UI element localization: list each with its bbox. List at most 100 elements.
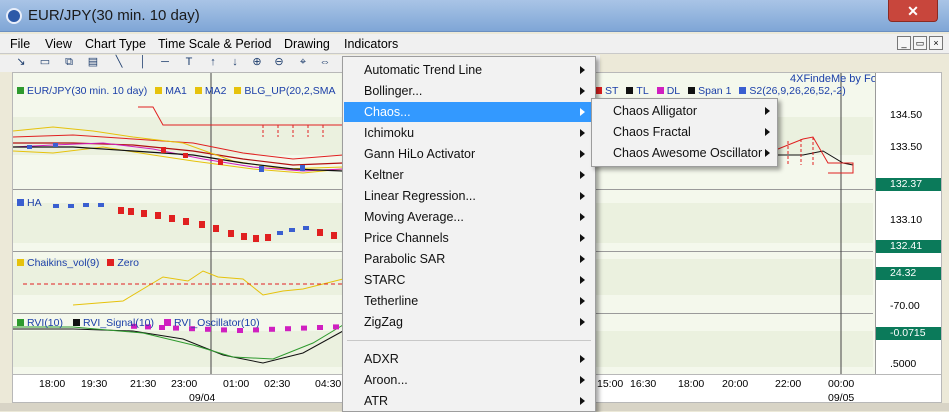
submenu-item-chaos-awesome-oscillator[interactable]: Chaos Awesome Oscillator — [593, 143, 776, 163]
cursor-icon[interactable]: ↘ — [14, 55, 28, 69]
x-tick: 18:00 — [678, 378, 705, 390]
menu-item-moving-average[interactable]: Moving Average... — [344, 207, 594, 227]
menu-item-starc[interactable]: STARC — [344, 270, 594, 290]
chaikin-badge: 24.32 — [876, 267, 941, 280]
menu-separator — [347, 340, 591, 341]
legend-entry: EUR/JPY(30 min. 10 day) — [17, 85, 147, 97]
legend-entry: MA2 — [194, 85, 227, 97]
minimize-button[interactable]: _ — [897, 36, 911, 50]
chaos-submenu: Chaos Alligator Chaos Fractal Chaos Awesom… — [591, 98, 778, 167]
submenu-arrow-icon — [580, 397, 585, 405]
scroll-icon[interactable]: ⇔ — [318, 55, 332, 69]
menu-item-keltner[interactable]: Keltner — [344, 165, 594, 185]
menu-indicators[interactable]: Indicators — [344, 37, 398, 51]
ha-candle — [118, 207, 124, 214]
vertical-line-icon[interactable]: │ — [136, 55, 150, 69]
submenu-arrow-icon — [580, 318, 585, 326]
menu-item-ichimoku[interactable]: Ichimoku — [344, 123, 594, 143]
ha-candle — [128, 208, 134, 215]
legend-entry: MA1 — [155, 85, 187, 97]
legend-swatch — [107, 259, 115, 266]
menu-item-label: Chaos Fractal — [613, 125, 691, 139]
ha-candle — [169, 215, 175, 222]
legend-label: MA1 — [165, 85, 187, 97]
legend-swatch — [626, 87, 634, 94]
rvi-oscillator-bar — [285, 326, 291, 332]
close-button[interactable]: ✕ — [888, 0, 938, 22]
submenu-arrow-icon — [580, 297, 585, 305]
legend-label: Chaikins_vol(9) — [27, 257, 100, 269]
legend-swatch — [688, 87, 696, 94]
menu-item-label: Chaos Alligator — [613, 104, 698, 118]
menu-item-linear-regression[interactable]: Linear Regression... — [344, 186, 594, 206]
arrow-down-icon[interactable]: ↓ — [228, 55, 242, 69]
legend-label: BLG_UP(20,2,SMA — [244, 85, 336, 97]
submenu-arrow-icon — [580, 108, 585, 116]
submenu-arrow-icon — [765, 107, 770, 115]
menu-item-gann-hilo-activator[interactable]: Gann HiLo Activator — [344, 144, 594, 164]
legend-label: MA2 — [204, 85, 227, 97]
legend-swatch — [595, 87, 602, 94]
price-legend: EUR/JPY(30 min. 10 day) MA1 MA2 BLG_UP(20,2… — [17, 85, 504, 97]
ha-candle — [68, 204, 74, 208]
title-bar: EUR/JPY(30 min. 10 day) ✕ — [0, 0, 949, 32]
legend-label: EUR/JPY(30 min. 10 day) — [27, 85, 148, 97]
save-icon[interactable]: ▭ — [38, 55, 52, 69]
zoom-in-icon[interactable]: ⊕ — [250, 55, 264, 69]
y-tick: -70.00 — [890, 300, 920, 312]
window-title: EUR/JPY(30 min. 10 day) — [28, 7, 200, 24]
chaikin-legend: Chaikins_vol(9) Zero — [17, 257, 147, 269]
price-legend-right: ST TL DL Span 1 S2(26,9,26,26,52,-2) — [595, 85, 854, 97]
arrow-up-icon[interactable]: ↑ — [206, 55, 220, 69]
menu-item-chaos[interactable]: Chaos... — [344, 102, 594, 122]
child-close-button[interactable]: × — [929, 36, 943, 50]
submenu-arrow-icon — [580, 150, 585, 158]
menu-time-scale[interactable]: Time Scale & Period — [158, 37, 271, 51]
submenu-arrow-icon — [580, 171, 585, 179]
menu-file[interactable]: File — [10, 37, 30, 51]
menu-view[interactable]: View — [45, 37, 72, 51]
line-icon[interactable]: ╲ — [112, 55, 126, 69]
legend-entry: ST — [595, 85, 618, 97]
fit-icon[interactable]: ⌖ — [296, 55, 310, 69]
legend-swatch — [17, 199, 24, 206]
submenu-item-chaos-alligator[interactable]: Chaos Alligator — [593, 101, 776, 121]
legend-entry: S2(26,9,26,26,52,-2) — [739, 85, 846, 97]
submenu-arrow-icon — [580, 376, 585, 384]
x-tick: 01:00 — [223, 378, 250, 390]
menu-item-label: ADXR — [364, 352, 399, 366]
menu-item-tetherline[interactable]: Tetherline — [344, 291, 594, 311]
menu-item-price-channels[interactable]: Price Channels — [344, 228, 594, 248]
menu-item-bollinger[interactable]: Bollinger... — [344, 81, 594, 101]
submenu-arrow-icon — [765, 149, 770, 157]
x-tick: 23:00 — [171, 378, 198, 390]
menu-item-parabolic-sar[interactable]: Parabolic SAR — [344, 249, 594, 269]
menu-item-label: Ichimoku — [364, 126, 415, 140]
copy-icon[interactable]: ⧉ — [62, 55, 76, 69]
menu-item-adxr[interactable]: ADXR — [344, 349, 594, 369]
menu-item-aroon[interactable]: Aroon... — [344, 370, 594, 390]
menu-bar: File View Chart Type Time Scale & Period… — [0, 34, 949, 54]
text-icon[interactable]: T — [182, 55, 196, 69]
zoom-out-icon[interactable]: ⊖ — [272, 55, 286, 69]
print-icon[interactable]: ▤ — [86, 55, 100, 69]
rvi-oscillator-bar — [301, 325, 307, 331]
legend-label: HA — [27, 197, 42, 209]
menu-item-atr[interactable]: ATR — [344, 391, 594, 411]
horizontal-line-icon[interactable]: ─ — [158, 55, 172, 69]
menu-item-label: Keltner — [364, 168, 404, 182]
y-axis: 134.50 133.50 132.37 133.10 132.41 24.32… — [875, 73, 941, 374]
menu-item-zigzag[interactable]: ZigZag — [344, 312, 594, 332]
rvi-oscillator-bar — [333, 324, 339, 330]
x-tick: 22:00 — [775, 378, 802, 390]
menu-item-label: Tetherline — [364, 294, 419, 308]
menu-chart-type[interactable]: Chart Type — [85, 37, 146, 51]
legend-swatch — [739, 87, 747, 94]
menu-item-label: Bollinger... — [364, 84, 423, 98]
menu-drawing[interactable]: Drawing — [284, 37, 330, 51]
indicators-dropdown: Automatic Trend Line Bollinger... Chaos...… — [342, 56, 596, 412]
menu-item-label: Gann HiLo Activator — [364, 147, 476, 161]
menu-item-automatic-trend-line[interactable]: Automatic Trend Line — [344, 60, 594, 80]
restore-button[interactable]: ▭ — [913, 36, 927, 50]
submenu-item-chaos-fractal[interactable]: Chaos Fractal — [593, 122, 776, 142]
